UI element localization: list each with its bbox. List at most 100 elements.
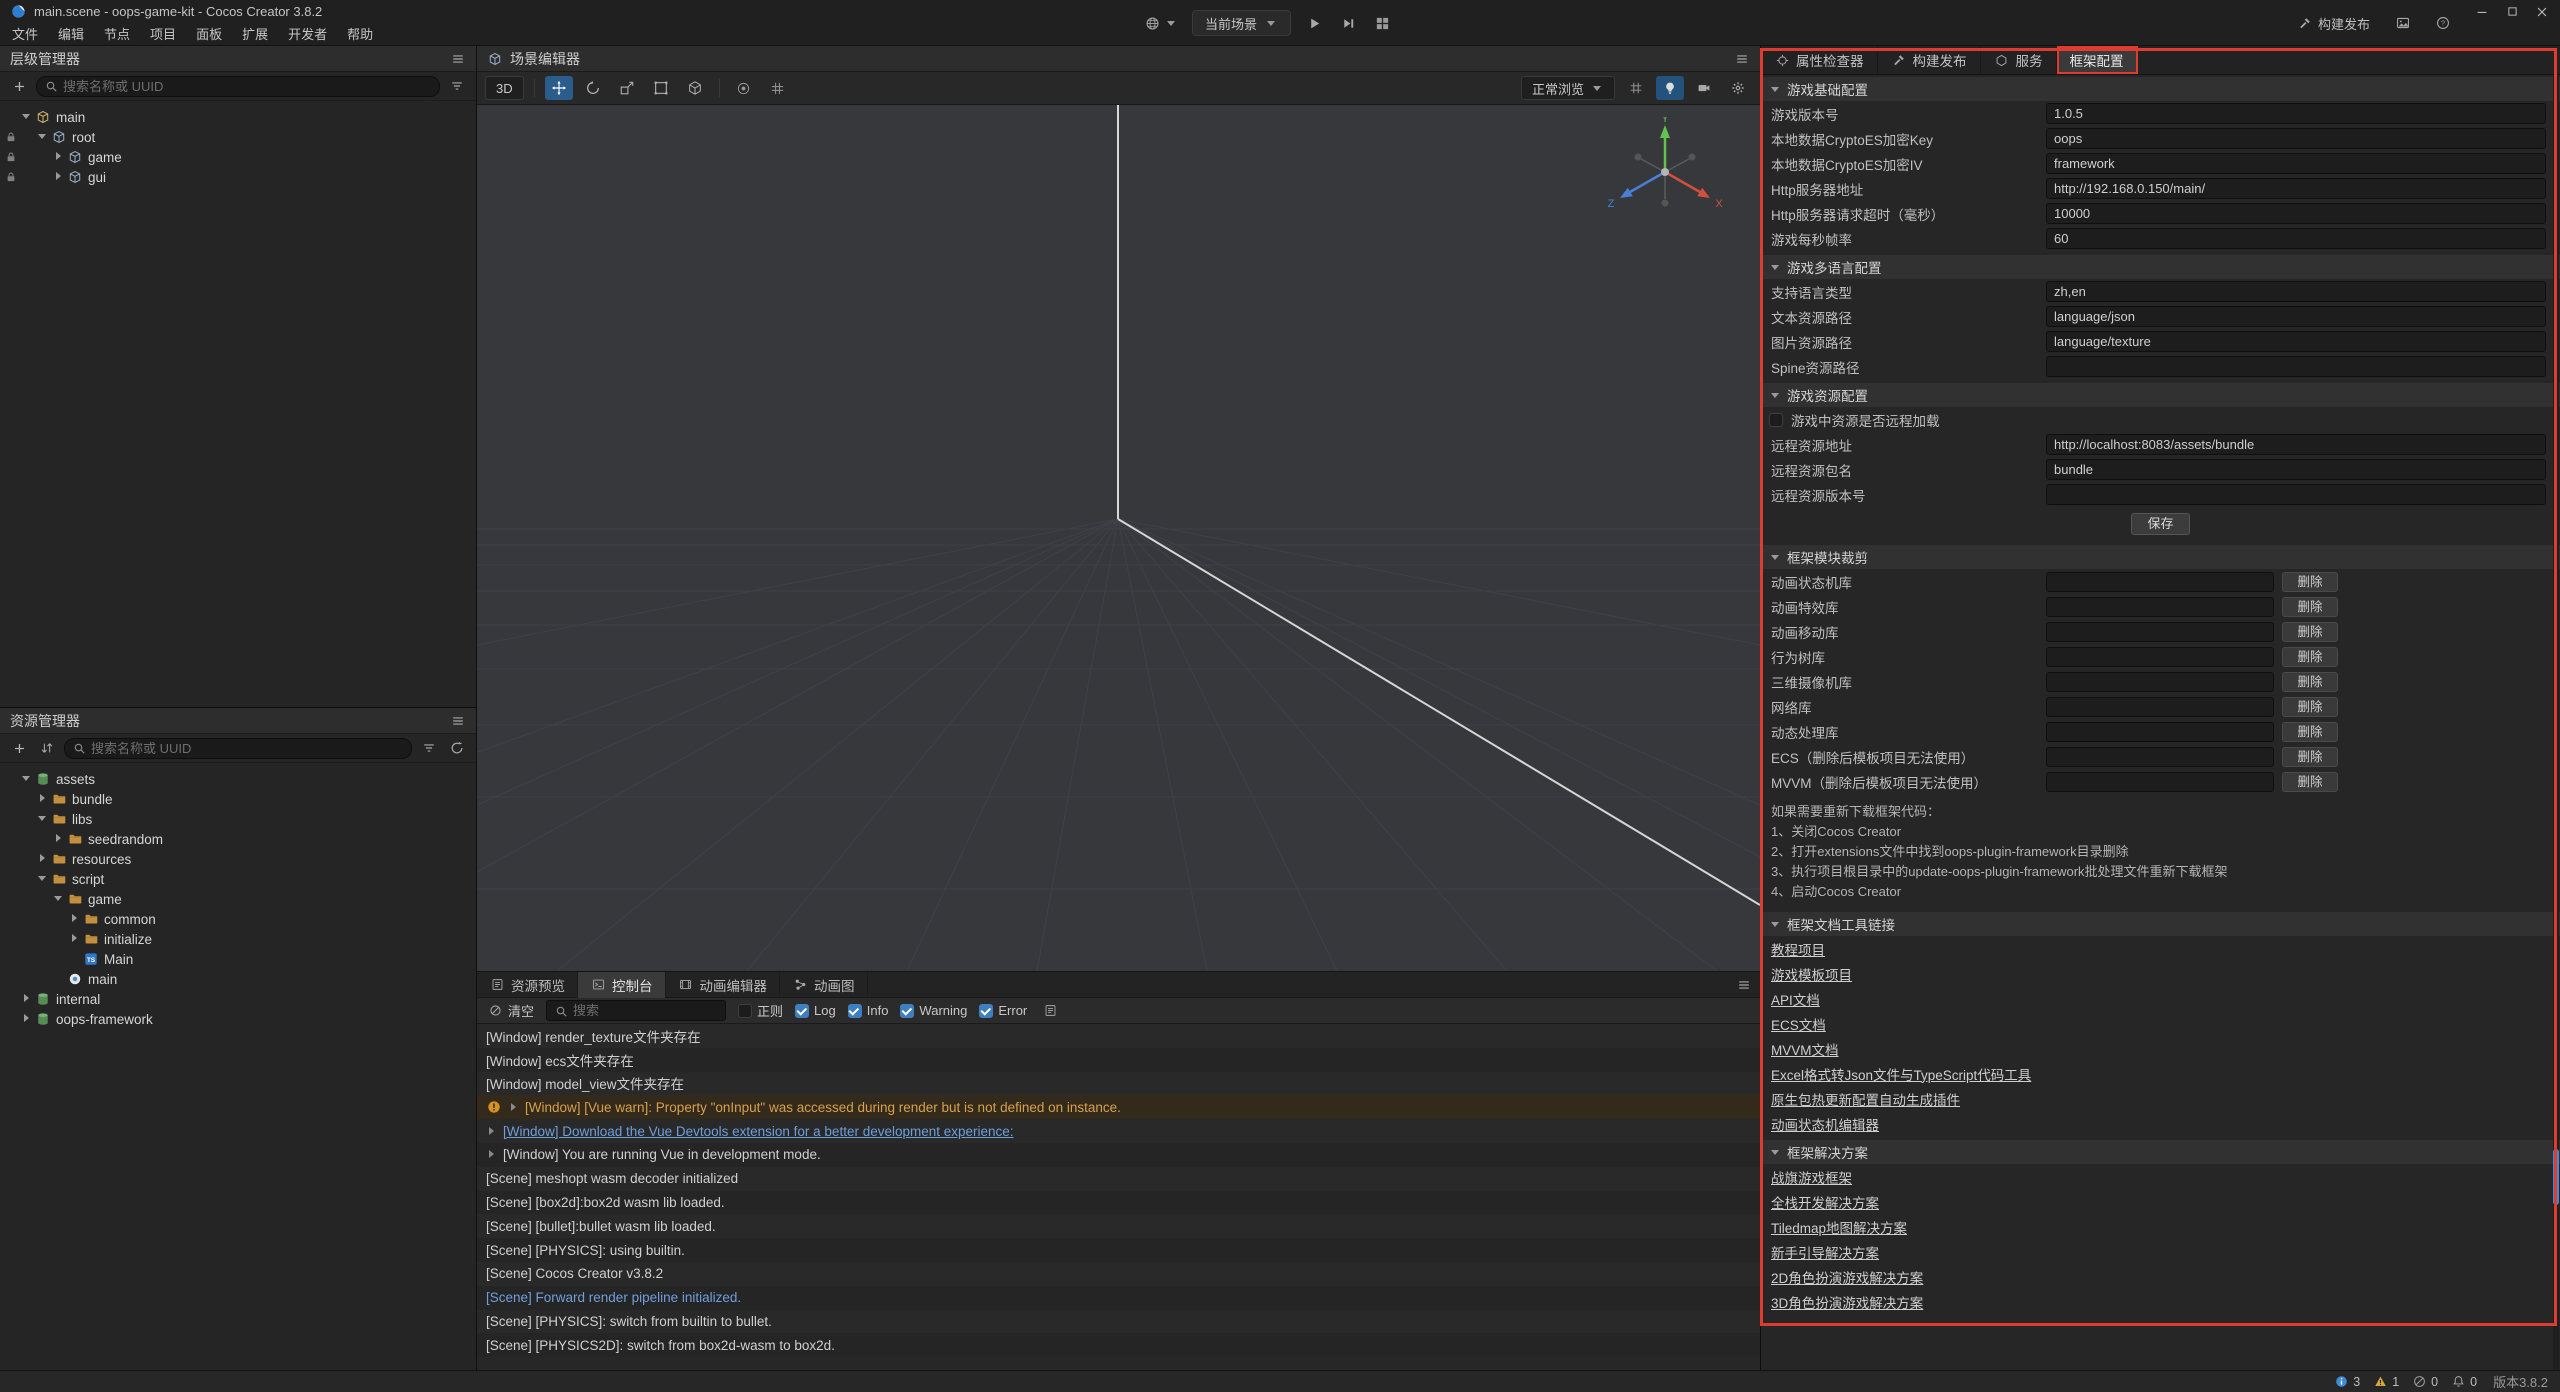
delete-button[interactable]: 删除 bbox=[2282, 597, 2338, 617]
tree-item-gui[interactable]: gui bbox=[0, 167, 476, 187]
caret-icon[interactable] bbox=[36, 852, 51, 867]
error-status-counter[interactable]: 0 bbox=[2411, 1374, 2438, 1390]
hierarchy-search[interactable] bbox=[36, 76, 440, 97]
property-input[interactable] bbox=[2046, 281, 2546, 302]
filter-error[interactable]: Error bbox=[979, 1003, 1027, 1018]
filter-warning[interactable]: Warning bbox=[900, 1003, 967, 1018]
section-header[interactable]: 框架模块裁剪 bbox=[1761, 545, 2560, 569]
section-header[interactable]: 游戏资源配置 bbox=[1761, 383, 2560, 407]
log-row[interactable]: [Scene] [PHYSICS]: using builtin. bbox=[477, 1238, 1760, 1262]
assets-search-input[interactable] bbox=[91, 739, 405, 758]
caret-icon[interactable] bbox=[52, 150, 67, 165]
delete-button[interactable]: 删除 bbox=[2282, 697, 2338, 717]
refresh-button[interactable] bbox=[446, 737, 468, 759]
close-button[interactable] bbox=[2530, 2, 2554, 22]
clear-console-button[interactable]: 清空 bbox=[487, 1001, 534, 1020]
tree-item-oops-framework[interactable]: oops-framework bbox=[0, 1009, 476, 1029]
doc-link[interactable]: 新手引导解决方案 bbox=[1771, 1242, 1879, 1262]
section-header[interactable]: 游戏多语言配置 bbox=[1761, 255, 2560, 279]
scale-tool-button[interactable] bbox=[613, 76, 641, 100]
play-button[interactable] bbox=[1301, 10, 1327, 36]
console-search-input[interactable] bbox=[573, 1001, 719, 1020]
tree-item-Main[interactable]: TSMain bbox=[0, 949, 476, 969]
inspector-tab-3[interactable]: 服务 bbox=[1981, 46, 2057, 74]
filter-button[interactable] bbox=[418, 737, 440, 759]
property-input[interactable] bbox=[2046, 484, 2546, 505]
property-input[interactable] bbox=[2046, 331, 2546, 352]
caret-icon[interactable] bbox=[20, 110, 35, 125]
rotate-tool-button[interactable] bbox=[579, 76, 607, 100]
inspector-tab-1[interactable]: 属性检查器 bbox=[1761, 46, 1878, 74]
scrollbar-thumb[interactable] bbox=[2553, 1149, 2559, 1205]
property-input[interactable] bbox=[2046, 459, 2546, 480]
plus-button[interactable] bbox=[8, 75, 30, 97]
menu-item-5[interactable]: 面板 bbox=[186, 23, 232, 46]
view-mode-dropdown[interactable]: 正常浏览 bbox=[1521, 76, 1615, 100]
log-row[interactable]: [Scene] meshopt wasm decoder initialized bbox=[477, 1167, 1760, 1191]
help-button[interactable]: ? bbox=[2430, 10, 2456, 36]
caret-icon[interactable] bbox=[20, 772, 35, 787]
property-input[interactable] bbox=[2046, 128, 2546, 149]
tree-item-libs[interactable]: libs bbox=[0, 809, 476, 829]
property-input[interactable] bbox=[2046, 228, 2546, 249]
module-path-input[interactable] bbox=[2046, 622, 2274, 642]
step-button[interactable] bbox=[1335, 10, 1361, 36]
module-path-input[interactable] bbox=[2046, 672, 2274, 692]
log-row[interactable]: [Window] Download the Vue Devtools exten… bbox=[477, 1119, 1760, 1143]
property-input[interactable] bbox=[2046, 103, 2546, 124]
caret-icon[interactable] bbox=[36, 792, 51, 807]
filter-button[interactable] bbox=[446, 75, 468, 97]
regex-toggle[interactable]: 正则 bbox=[738, 1001, 783, 1020]
hierarchy-search-input[interactable] bbox=[63, 77, 433, 96]
section-header[interactable]: 游戏基础配置 bbox=[1761, 77, 2560, 101]
scene-viewport[interactable]: Y X Z bbox=[477, 105, 1760, 971]
tree-item-script[interactable]: script bbox=[0, 869, 476, 889]
panel-menu-icon[interactable] bbox=[1736, 977, 1752, 993]
module-path-input[interactable] bbox=[2046, 572, 2274, 592]
module-path-input[interactable] bbox=[2046, 697, 2274, 717]
doc-link[interactable]: 游戏模板项目 bbox=[1771, 964, 1852, 984]
log-row[interactable]: [Window] You are running Vue in developm… bbox=[477, 1143, 1760, 1167]
mode-3d-button[interactable]: 3D bbox=[485, 76, 524, 100]
tree-item-game[interactable]: game bbox=[0, 147, 476, 167]
transform-tool-button[interactable] bbox=[681, 76, 709, 100]
panel-menu-icon[interactable] bbox=[450, 51, 466, 67]
bell-counter[interactable]: 0 bbox=[2450, 1374, 2477, 1390]
log-row[interactable]: [Scene] Forward render pipeline initiali… bbox=[477, 1286, 1760, 1310]
doc-link[interactable]: 全栈开发解决方案 bbox=[1771, 1192, 1879, 1212]
image-button[interactable] bbox=[2390, 10, 2416, 36]
gear-toggle-button[interactable] bbox=[1724, 76, 1752, 100]
filter-info[interactable]: Info bbox=[848, 1003, 889, 1018]
console-tab-3[interactable]: 动画编辑器 bbox=[666, 972, 781, 998]
save-button[interactable]: 保存 bbox=[2131, 513, 2189, 535]
tree-item-assets[interactable]: assets bbox=[0, 769, 476, 789]
property-input[interactable] bbox=[2046, 356, 2546, 377]
doc-link[interactable]: 3D角色扮演游戏解决方案 bbox=[1771, 1292, 1923, 1312]
caret-icon[interactable] bbox=[20, 992, 35, 1007]
tree-item-initialize[interactable]: initialize bbox=[0, 929, 476, 949]
inspector-tab-4[interactable]: 框架配置 bbox=[2057, 46, 2138, 74]
doc-link[interactable]: ECS文档 bbox=[1771, 1014, 1826, 1034]
property-input[interactable] bbox=[2046, 178, 2546, 199]
axis-gizmo[interactable]: Y X Z bbox=[1600, 117, 1730, 232]
section-header[interactable]: 框架解决方案 bbox=[1761, 1140, 2560, 1164]
maximize-button[interactable] bbox=[2500, 2, 2524, 22]
caret-icon[interactable] bbox=[36, 872, 51, 887]
snap-button[interactable] bbox=[764, 76, 792, 100]
doc-link[interactable]: 战旗游戏框架 bbox=[1771, 1167, 1852, 1187]
inspector-scrollbar[interactable] bbox=[2553, 75, 2559, 1370]
log-row[interactable]: [Scene] [box2d]:box2d wasm lib loaded. bbox=[477, 1191, 1760, 1215]
log-row[interactable]: [Window] render_texture文件夹存在 bbox=[477, 1024, 1760, 1048]
plus-button[interactable] bbox=[8, 737, 30, 759]
module-path-input[interactable] bbox=[2046, 722, 2274, 742]
module-path-input[interactable] bbox=[2046, 597, 2274, 617]
doc-link[interactable]: 教程项目 bbox=[1771, 939, 1825, 959]
doc-link[interactable]: 原生包热更新配置自动生成插件 bbox=[1771, 1089, 1960, 1109]
module-path-input[interactable] bbox=[2046, 647, 2274, 667]
tree-item-common[interactable]: common bbox=[0, 909, 476, 929]
property-input[interactable] bbox=[2046, 306, 2546, 327]
delete-button[interactable]: 删除 bbox=[2282, 622, 2338, 642]
module-path-input[interactable] bbox=[2046, 747, 2274, 767]
expand-caret-icon[interactable] bbox=[486, 1126, 497, 1137]
tree-item-main[interactable]: main bbox=[0, 969, 476, 989]
